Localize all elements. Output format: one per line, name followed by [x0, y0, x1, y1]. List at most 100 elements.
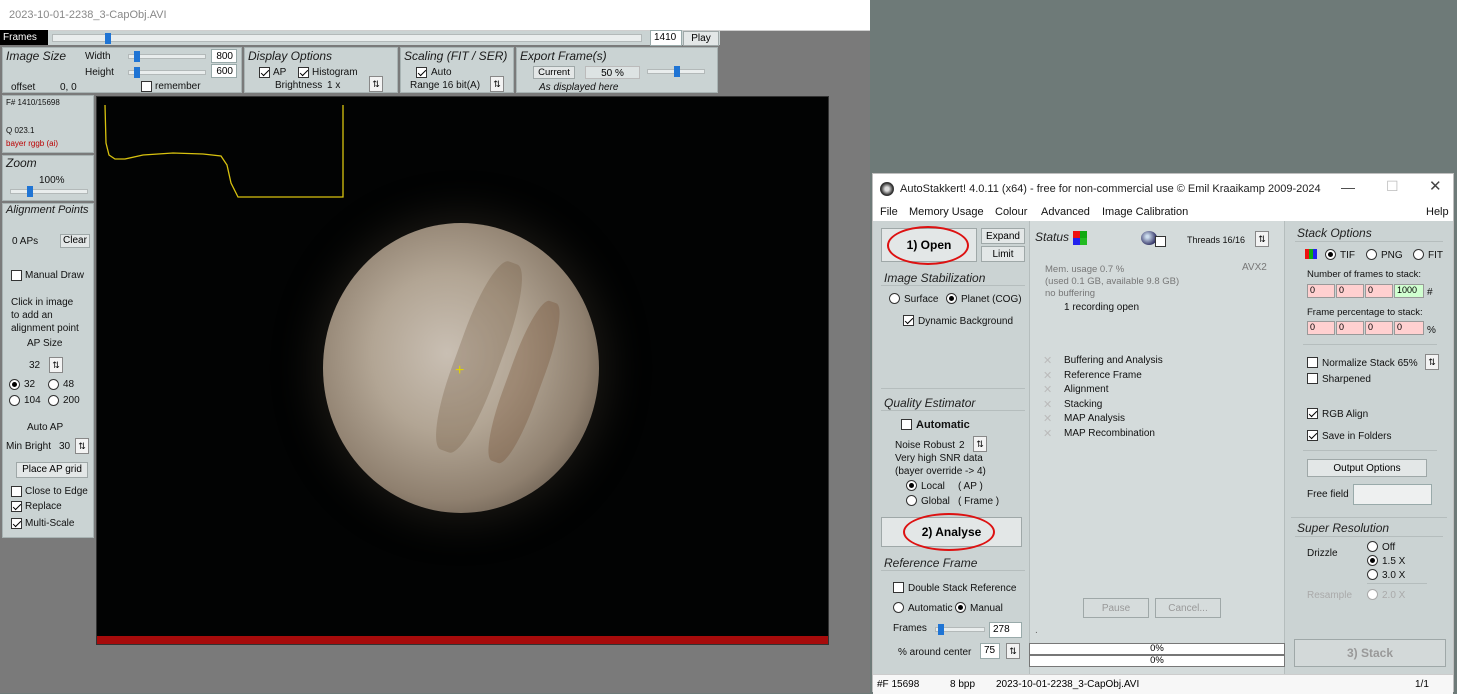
num-frames-field-3[interactable]: 0 — [1365, 284, 1393, 298]
pct-field-4[interactable]: 0 — [1394, 321, 1424, 335]
close-icon[interactable]: ✕ — [1429, 177, 1442, 195]
autostakkert-window: AutoStakkert! 4.0.11 (x64) - free for no… — [872, 173, 1454, 694]
range-spinner-icon[interactable]: ⇅ — [490, 76, 504, 92]
png-radio[interactable] — [1366, 249, 1377, 260]
pct-field-3[interactable]: 0 — [1365, 321, 1393, 335]
drizzle-15-radio[interactable] — [1367, 555, 1378, 566]
limit-button[interactable]: Limit — [981, 246, 1025, 262]
width-field[interactable]: 800 — [211, 49, 237, 63]
output-options-button[interactable]: Output Options — [1307, 459, 1427, 477]
height-slider-thumb[interactable] — [134, 67, 140, 78]
sharpened-checkbox[interactable] — [1307, 373, 1318, 384]
pct-field-1[interactable]: 0 — [1307, 321, 1335, 335]
play-button[interactable]: Play — [683, 31, 719, 46]
export-percent-field[interactable]: 50 % — [585, 66, 640, 79]
viewer-title: 2023-10-01-2238_3-CapObj.AVI — [9, 9, 167, 21]
ref-frames-slider-thumb[interactable] — [938, 624, 944, 635]
zoom-slider-thumb[interactable] — [27, 186, 33, 197]
close-to-edge-checkbox[interactable] — [11, 486, 22, 497]
ap-size-104-radio[interactable] — [9, 395, 20, 406]
local-radio[interactable] — [906, 480, 917, 491]
clear-aps-button[interactable]: Clear — [60, 234, 90, 248]
normalize-spinner-icon[interactable]: ⇅ — [1425, 354, 1439, 370]
globe-checkbox[interactable] — [1155, 236, 1166, 247]
export-current-button[interactable]: Current — [533, 66, 575, 79]
save-folders-checkbox[interactable] — [1307, 430, 1318, 441]
zoom-slider[interactable] — [10, 186, 88, 197]
export-slider-thumb[interactable] — [674, 66, 680, 77]
minimize-icon[interactable]: — — [1341, 179, 1355, 195]
stack-button[interactable]: 3) Stack — [1294, 639, 1446, 667]
surface-radio[interactable] — [889, 293, 900, 304]
display-options-title: Display Options — [248, 49, 333, 63]
noise-spinner-icon[interactable]: ⇅ — [973, 436, 987, 452]
tif-label: TIF — [1340, 250, 1355, 261]
global-radio[interactable] — [906, 495, 917, 506]
expand-button[interactable]: Expand — [981, 228, 1025, 244]
maximize-icon[interactable]: ☐ — [1386, 178, 1399, 195]
tif-radio[interactable] — [1325, 249, 1336, 260]
frame-number-field[interactable]: 1410 — [650, 30, 682, 46]
dynamic-background-checkbox[interactable] — [903, 315, 914, 326]
ref-automatic-radio[interactable] — [893, 602, 904, 613]
frames-slider[interactable] — [52, 33, 642, 44]
frames-slider-thumb[interactable] — [105, 33, 111, 44]
fit-radio[interactable] — [1413, 249, 1424, 260]
double-stack-checkbox[interactable] — [893, 582, 904, 593]
replace-checkbox[interactable] — [11, 501, 22, 512]
ap-size-48-radio[interactable] — [48, 379, 59, 390]
pct-field-2[interactable]: 0 — [1336, 321, 1364, 335]
normalize-checkbox[interactable] — [1307, 357, 1318, 368]
menu-help[interactable]: Help — [1426, 206, 1449, 218]
progress-2-text: 0% — [1150, 655, 1164, 666]
width-slider-thumb[interactable] — [134, 51, 140, 62]
ref-manual-radio[interactable] — [955, 602, 966, 613]
menu-advanced[interactable]: Advanced — [1041, 206, 1090, 218]
dynamic-background-label: Dynamic Background — [918, 316, 1014, 327]
planet-radio[interactable] — [946, 293, 957, 304]
ap-checkbox[interactable] — [259, 67, 270, 78]
height-slider[interactable] — [128, 67, 206, 78]
brightness-spinner-icon[interactable]: ⇅ — [369, 76, 383, 92]
rgb-align-checkbox[interactable] — [1307, 408, 1318, 419]
multi-scale-checkbox[interactable] — [11, 518, 22, 529]
menu-file[interactable]: File — [880, 206, 898, 218]
around-center-spinner-icon[interactable]: ⇅ — [1006, 643, 1020, 659]
width-slider[interactable] — [128, 51, 206, 62]
automatic-quality-checkbox[interactable] — [901, 419, 912, 430]
menu-colour[interactable]: Colour — [995, 206, 1027, 218]
free-field-input[interactable] — [1353, 484, 1432, 505]
auto-scaling-checkbox[interactable] — [416, 67, 427, 78]
menu-memory-usage[interactable]: Memory Usage — [909, 206, 984, 218]
menu-image-calibration[interactable]: Image Calibration — [1102, 206, 1188, 218]
drizzle-30-radio[interactable] — [1367, 569, 1378, 580]
ap-size-spinner-icon[interactable]: ⇅ — [49, 357, 63, 373]
cancel-button[interactable]: Cancel... — [1155, 598, 1221, 618]
threads-spinner-icon[interactable]: ⇅ — [1255, 231, 1269, 247]
drizzle-label: Drizzle — [1307, 548, 1338, 559]
ref-frames-slider[interactable] — [935, 624, 985, 635]
export-slider[interactable] — [647, 66, 705, 77]
ap-size-200-radio[interactable] — [48, 395, 59, 406]
min-bright-spinner-icon[interactable]: ⇅ — [75, 438, 89, 454]
pause-button[interactable]: Pause — [1083, 598, 1149, 618]
num-frames-field-2[interactable]: 0 — [1336, 284, 1364, 298]
frame-viewer-window: 2023-10-01-2238_3-CapObj.AVI Frames 1410… — [0, 0, 870, 693]
manual-draw-checkbox[interactable] — [11, 270, 22, 281]
histogram-checkbox[interactable] — [298, 67, 309, 78]
height-field[interactable]: 600 — [211, 64, 237, 78]
around-center-field[interactable]: 75 — [980, 643, 1000, 659]
drizzle-off-radio[interactable] — [1367, 541, 1378, 552]
place-ap-grid-button[interactable]: Place AP grid — [16, 462, 88, 478]
step-reference: Reference Frame — [1064, 370, 1142, 381]
mem-usage-line1: Mem. usage 0.7 % — [1045, 264, 1125, 275]
resample-20-radio[interactable] — [1367, 589, 1378, 600]
auto-ap-label: Auto AP — [27, 422, 64, 433]
local-label: Local — [921, 481, 945, 492]
image-viewport[interactable]: + — [96, 96, 829, 645]
num-frames-field-4[interactable]: 1000 — [1394, 284, 1424, 298]
ap-size-32-radio[interactable] — [9, 379, 20, 390]
ref-frames-field[interactable]: 278 — [989, 622, 1022, 638]
remember-checkbox[interactable] — [141, 81, 152, 92]
num-frames-field-1[interactable]: 0 — [1307, 284, 1335, 298]
